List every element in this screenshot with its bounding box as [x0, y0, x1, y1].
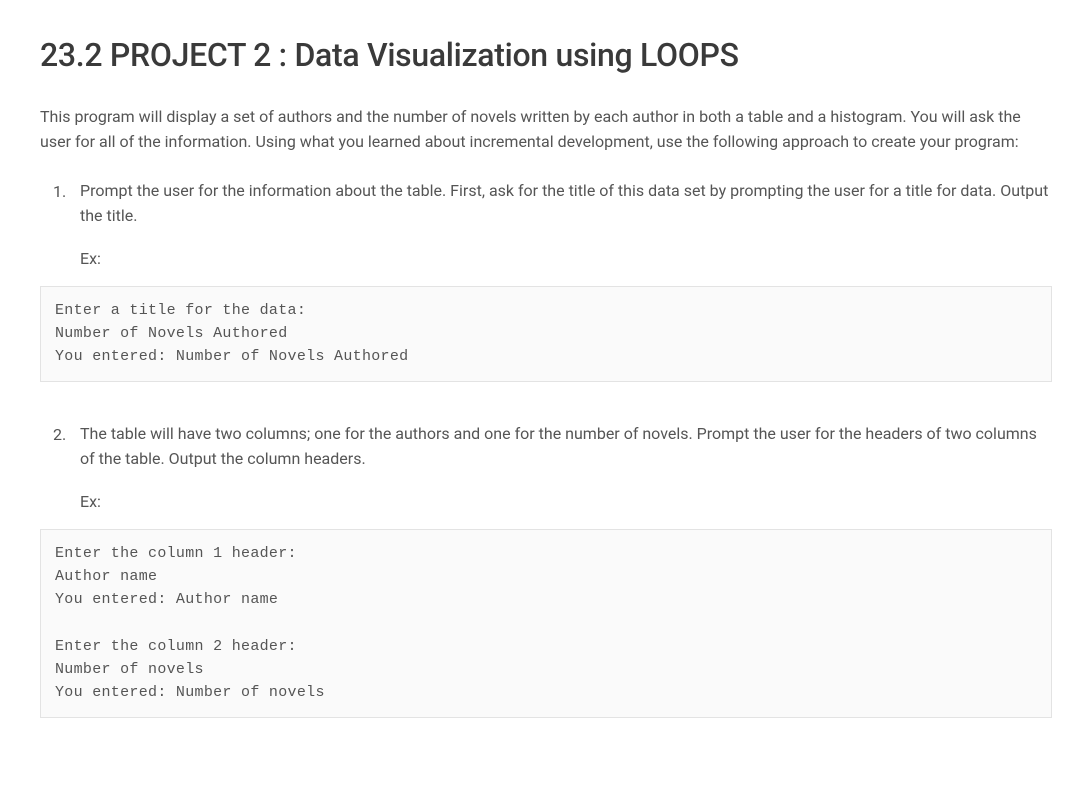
steps-list: Prompt the user for the information abou… — [40, 179, 1052, 718]
step-item: The table will have two columns; one for… — [40, 422, 1052, 718]
code-block: Enter the column 1 header: Author name Y… — [40, 529, 1052, 718]
code-block: Enter a title for the data: Number of No… — [40, 286, 1052, 382]
step-item: Prompt the user for the information abou… — [40, 179, 1052, 382]
intro-paragraph: This program will display a set of autho… — [40, 105, 1052, 155]
page-title: 23.2 PROJECT 2 : Data Visualization usin… — [40, 30, 1052, 81]
step-text: The table will have two columns; one for… — [80, 422, 1052, 472]
step-text: Prompt the user for the information abou… — [80, 179, 1052, 229]
example-label: Ex: — [80, 246, 1052, 272]
example-label: Ex: — [80, 489, 1052, 515]
